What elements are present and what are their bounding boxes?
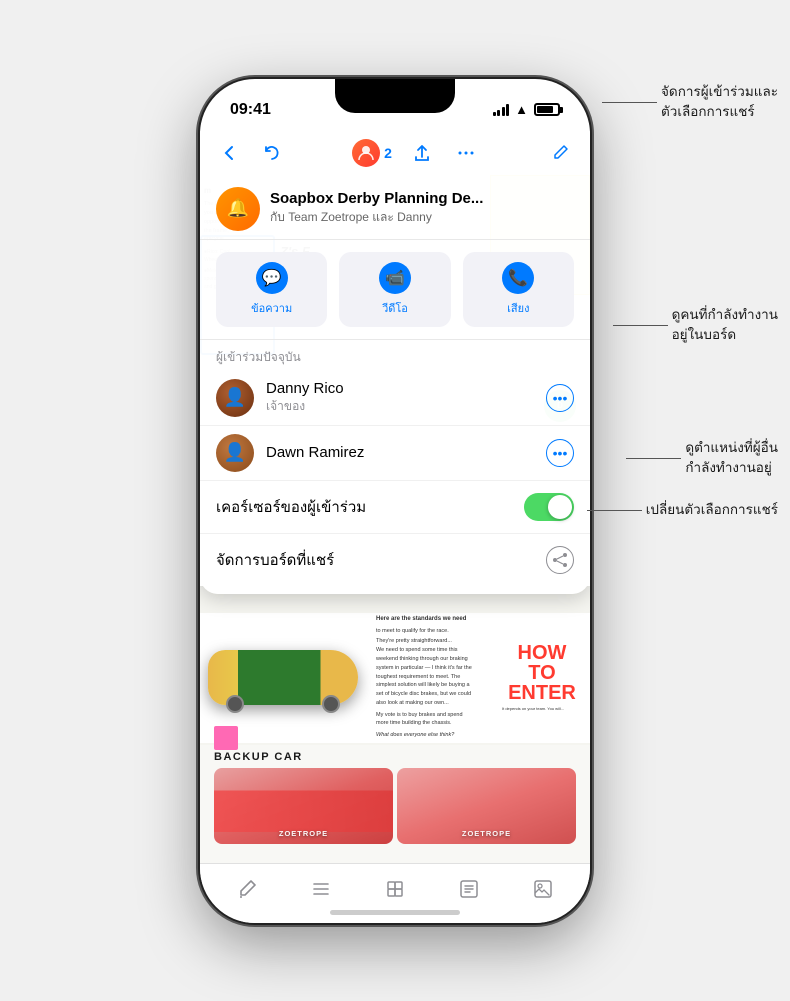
annotation-3: ดูตำแหน่งที่ผู้อื่นกำลังทำงานอยู่: [626, 438, 778, 479]
share-settings-row[interactable]: จัดการบอร์ดที่แชร์: [200, 534, 590, 586]
video-label: วีดีโอ: [382, 299, 408, 317]
annotation-line-3: [626, 458, 681, 459]
message-icon: 💬: [256, 262, 288, 294]
dawn-avatar: 👤: [216, 434, 254, 472]
collaborator-cursors-row: เคอร์เซอร์ของผู้เข้าร่วม: [200, 481, 590, 534]
backup-car-images: ZOETROPE ZOETROPE: [200, 768, 590, 844]
danny-info: Danny Rico เจ้าของ: [266, 380, 534, 416]
collaboration-overlay: 🔔 Soapbox Derby Planning De... กับ Team …: [200, 175, 590, 594]
dawn-info: Dawn Ramirez: [266, 444, 534, 461]
annotation-text-1: จัดการผู้เข้าร่วมและตัวเลือกการแชร์: [661, 82, 778, 123]
annotation-text-3: ดูตำแหน่งที่ผู้อื่นกำลังทำงานอยู่: [685, 438, 778, 479]
car-label-2: ZOETROPE: [462, 829, 511, 838]
participants-count: 2: [384, 145, 392, 161]
contact-header: 🔔 Soapbox Derby Planning De... กับ Team …: [200, 175, 590, 240]
audio-icon: 📞: [502, 262, 534, 294]
participant-avatar: [352, 139, 380, 167]
contact-info: Soapbox Derby Planning De... กับ Team Zo…: [270, 190, 574, 227]
tab-format[interactable]: [445, 867, 493, 911]
share-settings-label: จัดการบอร์ดที่แชร์: [216, 548, 334, 572]
action-buttons: 💬 ข้อความ 📹 วีดีโอ 📞 เสียง: [200, 240, 590, 340]
more-button[interactable]: [452, 139, 480, 167]
wifi-icon: ▲: [515, 102, 528, 117]
message-label: ข้อความ: [251, 299, 292, 317]
how-to-enter-text: HOW TO ENTER: [502, 643, 582, 703]
car-image-1: ZOETROPE: [214, 768, 393, 844]
toolbar-right: [546, 139, 574, 167]
tab-list[interactable]: [297, 867, 345, 911]
skateboard-section: Here are the standards we need to meet t…: [200, 613, 590, 743]
danny-avatar: 👤: [216, 379, 254, 417]
share-settings-icon: [546, 546, 574, 574]
audio-button[interactable]: 📞 เสียง: [463, 252, 574, 327]
contact-name: Soapbox Derby Planning De...: [270, 190, 574, 207]
annotation-line-2: [613, 325, 668, 326]
compose-button[interactable]: [546, 139, 574, 167]
participants-section-title: ผู้เข้าร่วมปัจจุบัน: [200, 340, 590, 371]
phone-frame: 09:41 ▲ 2: [200, 79, 590, 923]
notch: [335, 79, 455, 113]
annotation-line-4: [587, 510, 642, 511]
home-indicator: [330, 910, 460, 915]
video-icon: 📹: [379, 262, 411, 294]
annotation-4: เปลี่ยนตัวเลือกการแชร์: [587, 500, 778, 520]
participants-button[interactable]: 2: [352, 139, 392, 167]
contact-avatar: 🔔: [216, 187, 260, 231]
message-button[interactable]: 💬 ข้อความ: [216, 252, 327, 327]
video-button[interactable]: 📹 วีดีโอ: [339, 252, 450, 327]
tab-layers[interactable]: [371, 867, 419, 911]
battery-icon: [534, 103, 560, 116]
undo-button[interactable]: [258, 139, 286, 167]
participant-row-dawn: 👤 Dawn Ramirez •••: [200, 426, 590, 481]
collaborator-cursors-toggle[interactable]: [524, 493, 574, 521]
backup-car-section: BACKUP CAR ZOETROPE ZOETROPE: [200, 745, 590, 863]
annotation-text-4: เปลี่ยนตัวเลือกการแชร์: [646, 500, 778, 520]
toolbar-left: [216, 139, 286, 167]
how-to-enter-box: HOW TO ENTER It depends on your team. Yo…: [502, 643, 582, 712]
car-label-1: ZOETROPE: [279, 829, 328, 838]
canvas-area[interactable]: m The key to... you are still a opportun…: [200, 175, 590, 863]
annotation-line-1: [602, 102, 657, 103]
status-time: 09:41: [230, 101, 271, 119]
share-button[interactable]: [408, 139, 436, 167]
sticky-note-pink: [214, 726, 238, 750]
back-button[interactable]: [216, 139, 244, 167]
toggle-thumb: [548, 495, 572, 519]
toolbar-center: 2: [352, 139, 480, 167]
audio-label: เสียง: [507, 299, 529, 317]
car-image-2: ZOETROPE: [397, 768, 576, 844]
status-icons: ▲: [493, 102, 560, 117]
danny-more-button[interactable]: •••: [546, 384, 574, 412]
danny-name: Danny Rico: [266, 380, 534, 397]
backup-car-label: BACKUP CAR: [200, 745, 590, 768]
tab-pen[interactable]: [223, 867, 271, 911]
signal-icon: [493, 104, 510, 116]
contact-subtitle: กับ Team Zoetrope และ Danny: [270, 208, 574, 227]
annotation-1: จัดการผู้เข้าร่วมและตัวเลือกการแชร์: [602, 82, 778, 123]
dawn-more-button[interactable]: •••: [546, 439, 574, 467]
participant-row-danny: 👤 Danny Rico เจ้าของ •••: [200, 371, 590, 426]
collaborator-cursors-label: เคอร์เซอร์ของผู้เข้าร่วม: [216, 495, 366, 519]
dawn-name: Dawn Ramirez: [266, 444, 534, 461]
annotation-text-2: ดูคนที่กำลังทำงานอยู่ในบอร์ด: [672, 305, 778, 346]
danny-role: เจ้าของ: [266, 397, 534, 416]
app-toolbar: 2: [200, 131, 590, 175]
tab-media[interactable]: [519, 867, 567, 911]
annotation-2: ดูคนที่กำลังทำงานอยู่ในบอร์ด: [613, 305, 778, 346]
